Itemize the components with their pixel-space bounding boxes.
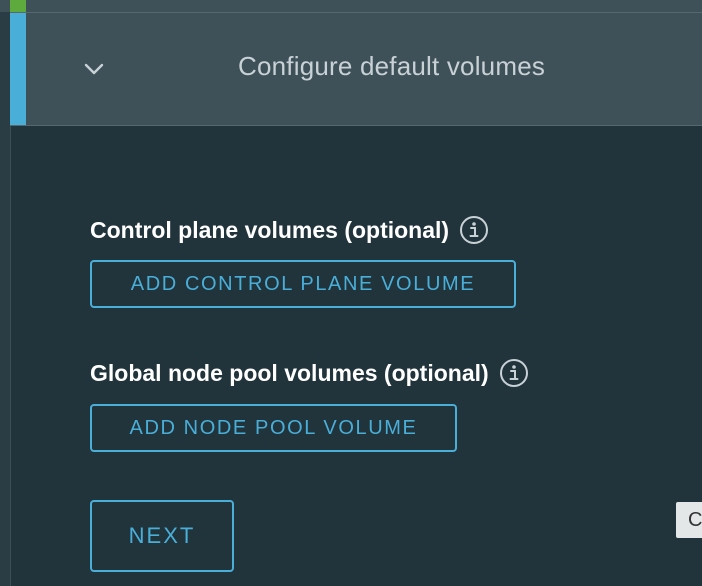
previous-section-row (0, 0, 702, 12)
edge-tab[interactable]: C (676, 502, 702, 538)
completed-step-indicator (10, 0, 26, 12)
info-icon[interactable] (499, 358, 529, 388)
control-plane-volumes-label: Control plane volumes (optional) (90, 213, 489, 247)
active-step-indicator (10, 13, 26, 125)
next-button[interactable]: NEXT (90, 500, 234, 572)
add-node-pool-volume-button[interactable]: ADD NODE POOL VOLUME (90, 404, 457, 452)
info-icon[interactable] (459, 215, 489, 245)
node-pool-volumes-label: Global node pool volumes (optional) (90, 356, 529, 390)
chevron-down-icon[interactable] (82, 57, 106, 81)
section-title: Configure default volumes (238, 51, 546, 81)
node-pool-volumes-text: Global node pool volumes (optional) (90, 359, 489, 386)
section-header[interactable]: Configure default volumes (10, 12, 702, 126)
add-control-plane-volume-button[interactable]: ADD CONTROL PLANE VOLUME (90, 260, 516, 308)
control-plane-volumes-text: Control plane volumes (optional) (90, 216, 450, 243)
wizard-frame: Configure default volumes Control plane … (0, 0, 702, 586)
